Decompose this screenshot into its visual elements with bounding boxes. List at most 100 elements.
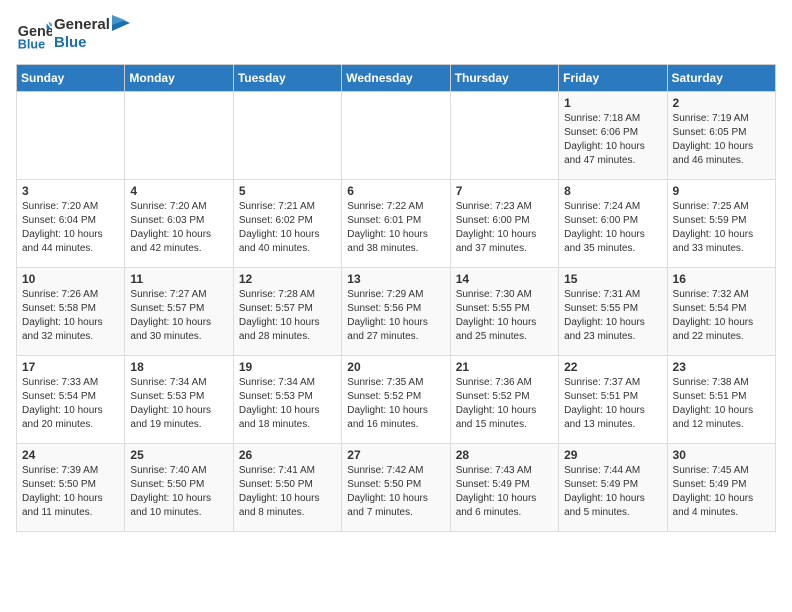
calendar-cell: 27 Sunrise: 7:42 AM Sunset: 5:50 PM Dayli… [342,444,450,532]
day-info: Sunrise: 7:33 AM Sunset: 5:54 PM Dayligh… [22,376,119,432]
calendar-cell: 16Sunrise: 7:32 AM Sunset: 5:54 PM Dayli… [667,268,775,356]
calendar-cell [450,92,558,180]
page-header: General Blue General Blue [16,16,776,52]
day-number: 6 [347,184,444,198]
calendar-cell: 14Sunrise: 7:30 AM Sunset: 5:55 PM Dayli… [450,268,558,356]
calendar-cell [233,92,341,180]
logo-general: General [54,16,110,34]
day-info: Sunrise: 7:38 AM Sunset: 5:51 PM Dayligh… [673,376,770,432]
day-info: Sunrise: 7:30 AM Sunset: 5:55 PM Dayligh… [456,288,553,344]
day-number: 29 [564,448,661,462]
weekday-header-wednesday: Wednesday [342,65,450,92]
day-info: Sunrise: 7:37 AM Sunset: 5:51 PM Dayligh… [564,376,661,432]
calendar-cell: 20 Sunrise: 7:35 AM Sunset: 5:52 PM Dayli… [342,356,450,444]
day-number: 4 [130,184,227,198]
calendar-cell: 4 Sunrise: 7:20 AM Sunset: 6:03 PM Daylig… [125,180,233,268]
calendar-cell: 22 Sunrise: 7:37 AM Sunset: 5:51 PM Dayli… [559,356,667,444]
day-info: Sunrise: 7:23 AM Sunset: 6:00 PM Dayligh… [456,200,553,256]
calendar-week-2: 3Sunrise: 7:20 AM Sunset: 6:04 PM Daylig… [17,180,776,268]
day-info: Sunrise: 7:43 AM Sunset: 5:49 PM Dayligh… [456,464,553,520]
day-number: 25 [130,448,227,462]
calendar-cell: 8Sunrise: 7:24 AM Sunset: 6:00 PM Daylig… [559,180,667,268]
calendar-week-3: 10 Sunrise: 7:26 AM Sunset: 5:58 PM Dayli… [17,268,776,356]
calendar-week-1: 1Sunrise: 7:18 AM Sunset: 6:06 PM Daylig… [17,92,776,180]
day-info: Sunrise: 7:27 AM Sunset: 5:57 PM Dayligh… [130,288,227,344]
day-number: 7 [456,184,553,198]
calendar-cell: 10 Sunrise: 7:26 AM Sunset: 5:58 PM Dayli… [17,268,125,356]
calendar-week-4: 17 Sunrise: 7:33 AM Sunset: 5:54 PM Dayli… [17,356,776,444]
calendar-cell: 18Sunrise: 7:34 AM Sunset: 5:53 PM Dayli… [125,356,233,444]
day-info: Sunrise: 7:41 AM Sunset: 5:50 PM Dayligh… [239,464,336,520]
day-info: Sunrise: 7:45 AM Sunset: 5:49 PM Dayligh… [673,464,770,520]
calendar-cell: 21 Sunrise: 7:36 AM Sunset: 5:52 PM Dayli… [450,356,558,444]
calendar-cell: 28 Sunrise: 7:43 AM Sunset: 5:49 PM Dayli… [450,444,558,532]
day-number: 20 [347,360,444,374]
day-info: Sunrise: 7:36 AM Sunset: 5:52 PM Dayligh… [456,376,553,432]
calendar-week-5: 24 Sunrise: 7:39 AM Sunset: 5:50 PM Dayli… [17,444,776,532]
day-number: 8 [564,184,661,198]
day-info: Sunrise: 7:34 AM Sunset: 5:53 PM Dayligh… [239,376,336,432]
day-info: Sunrise: 7:42 AM Sunset: 5:50 PM Dayligh… [347,464,444,520]
calendar-table: SundayMondayTuesdayWednesdayThursdayFrid… [16,64,776,532]
calendar-cell: 6 Sunrise: 7:22 AM Sunset: 6:01 PM Daylig… [342,180,450,268]
day-number: 30 [673,448,770,462]
logo: General Blue General Blue [16,16,132,52]
weekday-header-monday: Monday [125,65,233,92]
day-info: Sunrise: 7:39 AM Sunset: 5:50 PM Dayligh… [22,464,119,520]
calendar-cell: 29 Sunrise: 7:44 AM Sunset: 5:49 PM Dayli… [559,444,667,532]
calendar-cell [17,92,125,180]
calendar-cell: 15 Sunrise: 7:31 AM Sunset: 5:55 PM Dayli… [559,268,667,356]
day-info: Sunrise: 7:21 AM Sunset: 6:02 PM Dayligh… [239,200,336,256]
day-number: 21 [456,360,553,374]
calendar-cell: 12Sunrise: 7:28 AM Sunset: 5:57 PM Dayli… [233,268,341,356]
day-number: 28 [456,448,553,462]
day-info: Sunrise: 7:35 AM Sunset: 5:52 PM Dayligh… [347,376,444,432]
calendar-cell: 1Sunrise: 7:18 AM Sunset: 6:06 PM Daylig… [559,92,667,180]
weekday-header-friday: Friday [559,65,667,92]
day-number: 24 [22,448,119,462]
calendar-cell: 17 Sunrise: 7:33 AM Sunset: 5:54 PM Dayli… [17,356,125,444]
day-number: 23 [673,360,770,374]
day-number: 13 [347,272,444,286]
logo-flag-icon [112,15,132,45]
day-number: 17 [22,360,119,374]
day-info: Sunrise: 7:31 AM Sunset: 5:55 PM Dayligh… [564,288,661,344]
calendar-cell: 11Sunrise: 7:27 AM Sunset: 5:57 PM Dayli… [125,268,233,356]
day-info: Sunrise: 7:22 AM Sunset: 6:01 PM Dayligh… [347,200,444,256]
day-number: 15 [564,272,661,286]
day-info: Sunrise: 7:32 AM Sunset: 5:54 PM Dayligh… [673,288,770,344]
day-info: Sunrise: 7:19 AM Sunset: 6:05 PM Dayligh… [673,112,770,168]
day-info: Sunrise: 7:29 AM Sunset: 5:56 PM Dayligh… [347,288,444,344]
day-number: 2 [673,96,770,110]
calendar-cell: 24 Sunrise: 7:39 AM Sunset: 5:50 PM Dayli… [17,444,125,532]
day-info: Sunrise: 7:40 AM Sunset: 5:50 PM Dayligh… [130,464,227,520]
weekday-header-thursday: Thursday [450,65,558,92]
calendar-cell: 23 Sunrise: 7:38 AM Sunset: 5:51 PM Dayli… [667,356,775,444]
day-info: Sunrise: 7:20 AM Sunset: 6:03 PM Dayligh… [130,200,227,256]
day-info: Sunrise: 7:44 AM Sunset: 5:49 PM Dayligh… [564,464,661,520]
svg-text:Blue: Blue [18,37,45,51]
calendar-cell: 9Sunrise: 7:25 AM Sunset: 5:59 PM Daylig… [667,180,775,268]
day-number: 27 [347,448,444,462]
calendar-cell: 30 Sunrise: 7:45 AM Sunset: 5:49 PM Dayli… [667,444,775,532]
day-number: 22 [564,360,661,374]
day-number: 10 [22,272,119,286]
calendar-cell: 5 Sunrise: 7:21 AM Sunset: 6:02 PM Daylig… [233,180,341,268]
day-info: Sunrise: 7:26 AM Sunset: 5:58 PM Dayligh… [22,288,119,344]
weekday-header-saturday: Saturday [667,65,775,92]
calendar-cell: 2 Sunrise: 7:19 AM Sunset: 6:05 PM Daylig… [667,92,775,180]
day-number: 26 [239,448,336,462]
calendar-cell: 25 Sunrise: 7:40 AM Sunset: 5:50 PM Dayli… [125,444,233,532]
day-number: 12 [239,272,336,286]
weekday-header-tuesday: Tuesday [233,65,341,92]
calendar-cell: 13 Sunrise: 7:29 AM Sunset: 5:56 PM Dayli… [342,268,450,356]
weekday-header-sunday: Sunday [17,65,125,92]
calendar-cell: 26 Sunrise: 7:41 AM Sunset: 5:50 PM Dayli… [233,444,341,532]
weekday-header-row: SundayMondayTuesdayWednesdayThursdayFrid… [17,65,776,92]
calendar-cell [342,92,450,180]
day-number: 3 [22,184,119,198]
day-info: Sunrise: 7:25 AM Sunset: 5:59 PM Dayligh… [673,200,770,256]
day-number: 1 [564,96,661,110]
day-number: 5 [239,184,336,198]
logo-icon: General Blue [16,16,52,52]
